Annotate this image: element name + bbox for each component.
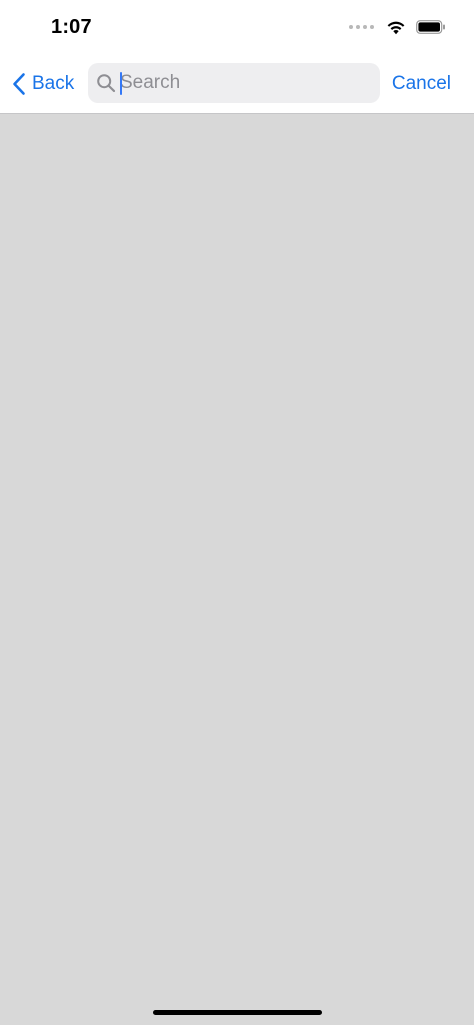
chevron-left-icon [13,73,25,95]
status-icons [349,16,446,38]
search-input[interactable] [120,63,370,103]
back-button-label: Back [32,73,75,94]
back-button[interactable]: Back [12,70,74,98]
wifi-icon [387,21,405,35]
search-results-area[interactable] [0,114,474,1025]
text-cursor [120,72,122,95]
search-field[interactable] [88,63,380,103]
battery-icon [416,20,445,34]
home-indicator[interactable] [153,1010,322,1015]
cancel-button[interactable]: Cancel [392,70,451,98]
search-navigation-bar: Back Cancel [0,56,474,114]
status-bar: 1:07 [0,0,474,56]
signal-dots-icon [349,25,374,29]
search-icon [97,74,116,93]
status-time: 1:07 [51,16,92,38]
